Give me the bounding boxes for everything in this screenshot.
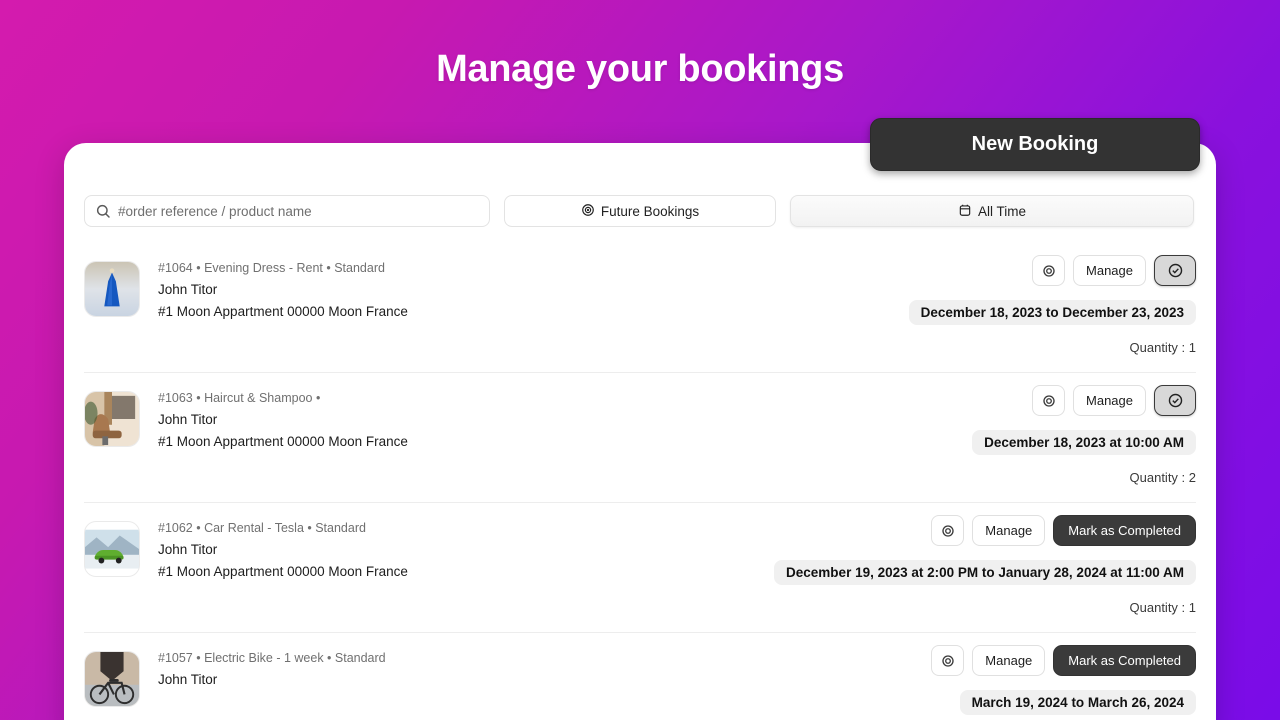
view-booking-button[interactable] xyxy=(1032,255,1066,286)
mark-as-completed-button[interactable]: Mark as Completed xyxy=(1053,515,1196,546)
mark-completed-toggle[interactable] xyxy=(1154,385,1196,416)
customer-address: #1 Moon Appartment 00000 Moon France xyxy=(158,434,408,449)
booking-meta: #1064 • Evening Dress - Rent • Standard xyxy=(158,261,385,275)
product-thumbnail-electric-bike xyxy=(84,651,140,707)
booking-date-badge: December 18, 2023 to December 23, 2023 xyxy=(908,300,1196,325)
search-input[interactable] xyxy=(84,195,490,227)
booking-actions-area: Manage Mark as Completed March 19, 2024 … xyxy=(556,645,1196,720)
booking-actions-area: Manage Mark as Completed December 19, 20… xyxy=(556,515,1196,615)
manage-button[interactable]: Manage xyxy=(972,645,1046,676)
booking-quantity: Quantity : 1 xyxy=(1129,600,1196,615)
toolbar: Future Bookings All Time xyxy=(84,195,1196,227)
row-actions: Manage xyxy=(1032,255,1196,286)
manage-button[interactable]: Manage xyxy=(1073,255,1146,286)
mark-as-completed-button[interactable]: Mark as Completed xyxy=(1053,645,1196,676)
row-actions: Manage xyxy=(1032,385,1196,416)
table-row[interactable]: #1063 • Haircut & Shampoo • John Titor #… xyxy=(84,373,1196,503)
product-thumbnail-evening-dress xyxy=(84,261,140,317)
product-thumbnail-salon-chair xyxy=(84,391,140,447)
bookings-card: Future Bookings All Time xyxy=(64,143,1216,720)
target-icon xyxy=(581,203,595,220)
future-bookings-filter[interactable]: Future Bookings xyxy=(504,195,776,227)
row-actions: Manage Mark as Completed xyxy=(931,645,1196,676)
table-row[interactable]: #1062 • Car Rental - Tesla • Standard Jo… xyxy=(84,503,1196,633)
manage-button[interactable]: Manage xyxy=(1073,385,1146,416)
time-range-filter[interactable]: All Time xyxy=(790,195,1194,227)
booking-date-badge: December 19, 2023 at 2:00 PM to January … xyxy=(774,560,1196,585)
booking-meta: #1062 • Car Rental - Tesla • Standard xyxy=(158,521,366,535)
customer-name: John Titor xyxy=(158,282,218,297)
view-booking-button[interactable] xyxy=(931,515,965,546)
future-bookings-filter-label: Future Bookings xyxy=(600,203,700,219)
customer-name: John Titor xyxy=(158,542,218,557)
booking-info: #1062 • Car Rental - Tesla • Standard Jo… xyxy=(84,521,408,579)
table-row[interactable]: #1064 • Evening Dress - Rent • Standard … xyxy=(84,243,1196,373)
bookings-list: #1064 • Evening Dress - Rent • Standard … xyxy=(84,243,1196,720)
booking-info: #1057 • Electric Bike - 1 week • Standar… xyxy=(84,651,386,707)
view-booking-button[interactable] xyxy=(931,645,965,676)
booking-quantity: Quantity : 2 xyxy=(1129,470,1196,485)
row-actions: Manage Mark as Completed xyxy=(931,515,1196,546)
booking-info: #1064 • Evening Dress - Rent • Standard … xyxy=(84,261,408,319)
customer-name: John Titor xyxy=(158,672,218,687)
view-booking-button[interactable] xyxy=(1032,385,1066,416)
search-field-wrapper xyxy=(84,195,490,227)
mark-completed-toggle[interactable] xyxy=(1154,255,1196,286)
booking-quantity: Quantity : 1 xyxy=(1129,340,1196,355)
calendar-icon xyxy=(958,203,972,220)
booking-actions-area: Manage December 18, 2023 at 10:00 AM Qua… xyxy=(556,385,1196,485)
booking-meta: #1057 • Electric Bike - 1 week • Standar… xyxy=(158,651,386,665)
manage-button[interactable]: Manage xyxy=(972,515,1046,546)
customer-address: #1 Moon Appartment 00000 Moon France xyxy=(158,304,408,319)
time-range-filter-label: All Time xyxy=(977,203,1026,219)
customer-name: John Titor xyxy=(158,412,218,427)
page-title: Manage your bookings xyxy=(436,48,844,90)
customer-address: #1 Moon Appartment 00000 Moon France xyxy=(158,564,408,579)
new-booking-button[interactable]: New Booking xyxy=(870,118,1200,171)
booking-meta: #1063 • Haircut & Shampoo • xyxy=(158,391,321,405)
booking-date-badge: December 18, 2023 at 10:00 AM xyxy=(972,430,1196,455)
booking-info: #1063 • Haircut & Shampoo • John Titor #… xyxy=(84,391,408,449)
product-thumbnail-green-car xyxy=(84,521,140,577)
table-row[interactable]: #1057 • Electric Bike - 1 week • Standar… xyxy=(84,633,1196,720)
booking-actions-area: Manage December 18, 2023 to December 23,… xyxy=(556,255,1196,355)
booking-date-badge: March 19, 2024 to March 26, 2024 xyxy=(959,690,1196,715)
